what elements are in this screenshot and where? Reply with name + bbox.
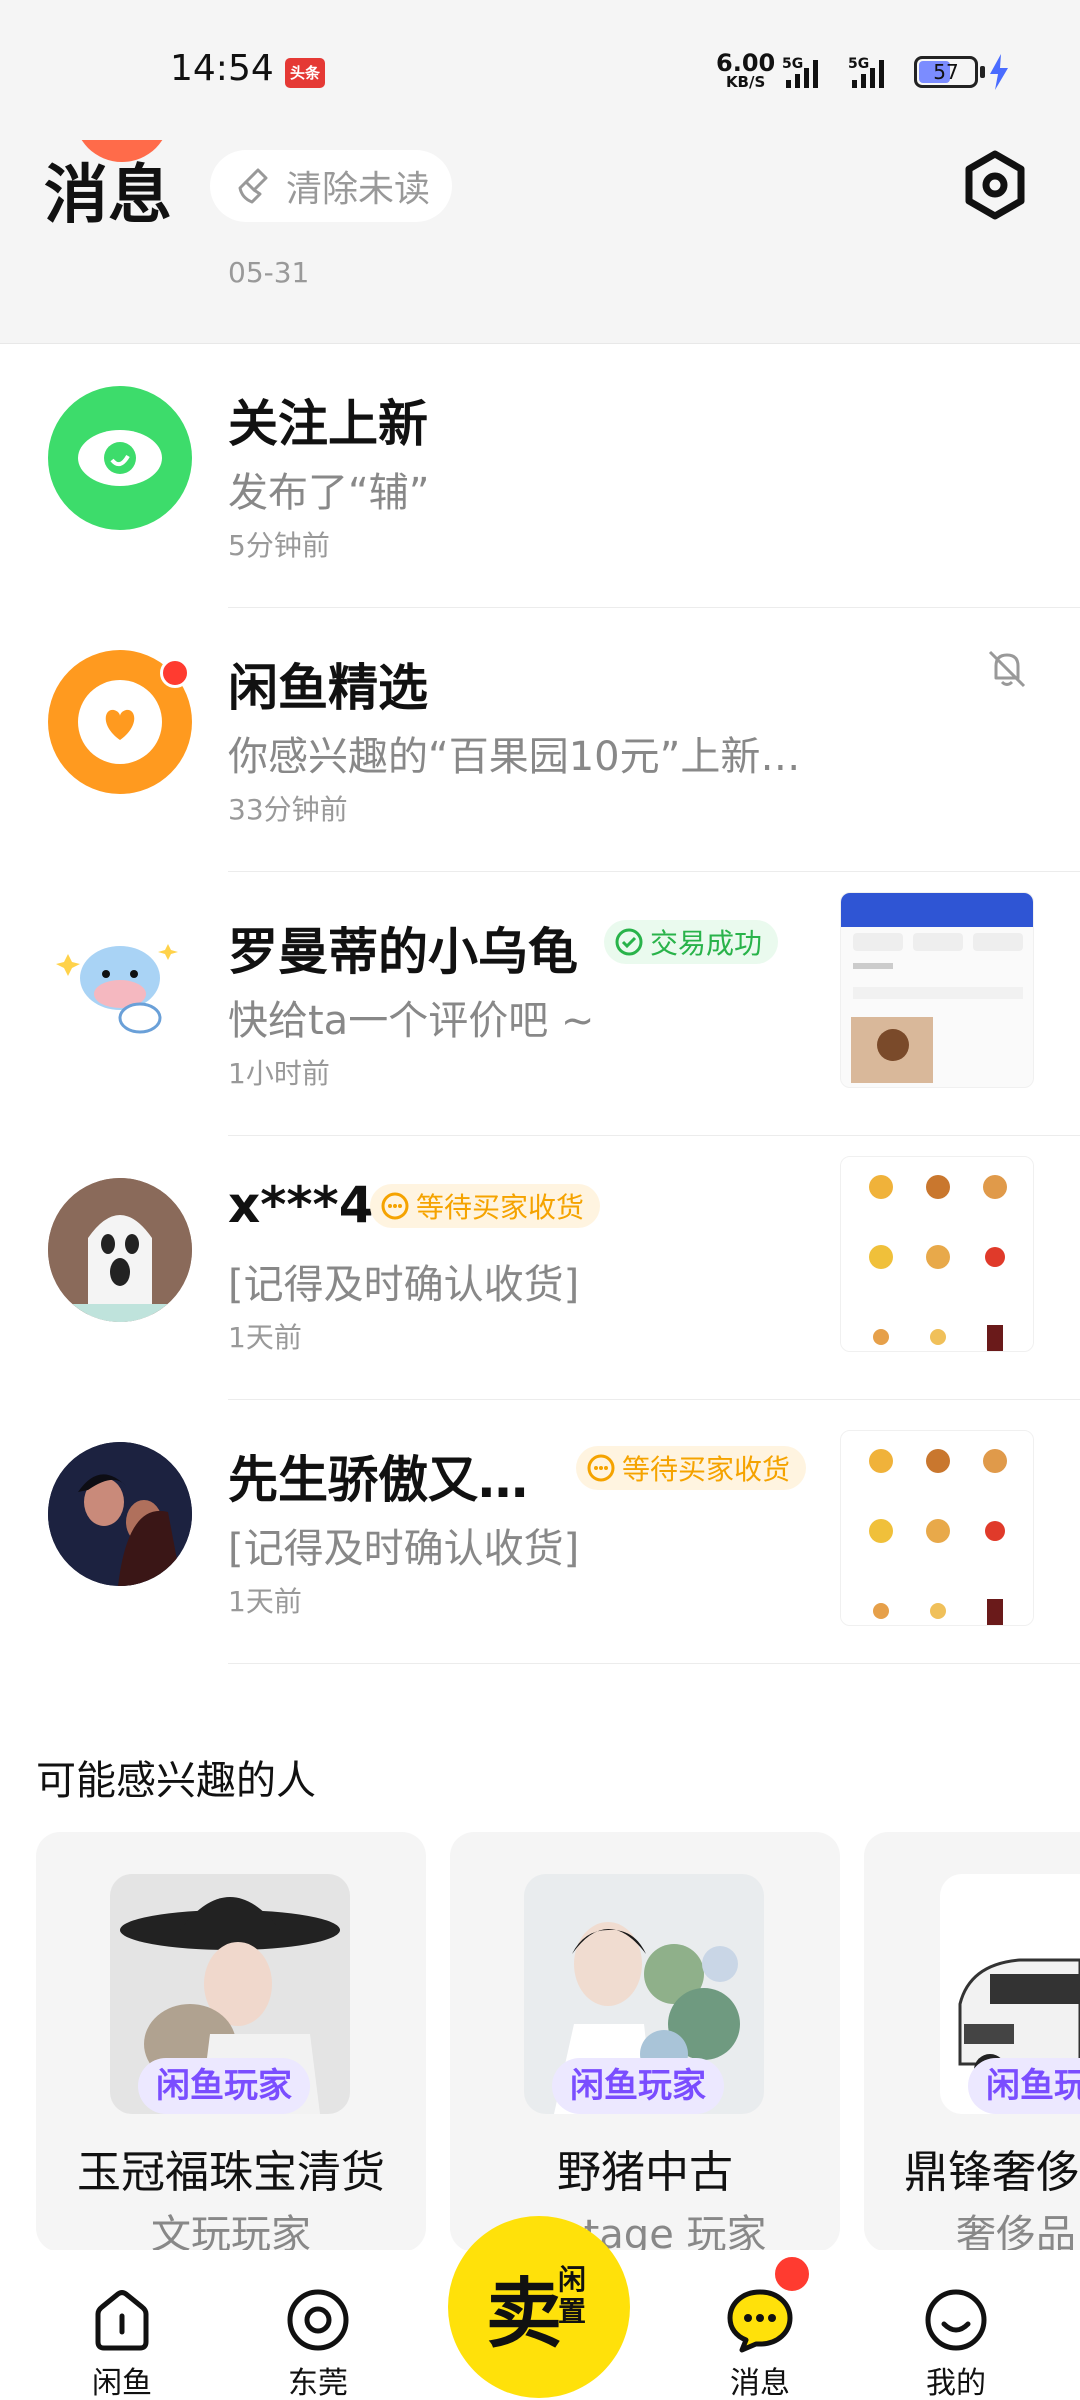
order-thumbnail[interactable] xyxy=(840,1430,1034,1626)
player-badge: 闲鱼玩家 xyxy=(552,2058,724,2114)
suggested-user-card[interactable]: 闲鱼玩家 玉冠福珠宝清货 文玩玩家 xyxy=(36,1832,426,2252)
more-circle-icon xyxy=(381,1192,409,1220)
mute-bell-icon[interactable] xyxy=(984,646,1030,692)
bottom-nav: 闲鱼 东莞 卖 闲置 消息 我的 xyxy=(0,2216,1080,2400)
trade-success-badge: 交易成功 xyxy=(604,920,779,964)
message-preview: 你感兴趣的“百果园10元”上新… xyxy=(228,734,801,780)
clear-unread-button[interactable]: 清除未读 xyxy=(210,150,452,222)
broom-icon xyxy=(238,168,268,204)
nav-home[interactable]: 闲鱼 xyxy=(62,2284,182,2400)
card-name: 玉冠福珠宝清货 xyxy=(77,2147,385,2198)
message-name: 闲鱼精选 xyxy=(228,659,428,717)
message-item[interactable]: 关注上新 发布了“辅” 5分钟前 xyxy=(0,344,1080,608)
message-time: 1小时前 xyxy=(228,1057,330,1090)
cartoon-dolphin-icon xyxy=(56,944,178,1034)
ghost-avatar-image xyxy=(48,1178,192,1322)
chat-bubble-icon xyxy=(727,2289,793,2353)
battery-icon: 57 xyxy=(914,56,978,88)
user-avatar xyxy=(48,1178,192,1322)
eye-icon xyxy=(78,430,162,486)
message-preview: [记得及时确认收货] xyxy=(228,1526,580,1572)
suggested-user-card[interactable]: 闲鱼玩 鼎锋奢侈 奢侈品 xyxy=(864,1832,1080,2252)
user-avatar xyxy=(48,1442,192,1586)
player-badge: 闲鱼玩 xyxy=(968,2058,1080,2114)
message-time: 33分钟前 xyxy=(228,793,348,826)
order-thumbnail[interactable] xyxy=(840,1156,1034,1352)
page-header: 05-31 消息 清除未读 xyxy=(0,140,1080,344)
sell-sub-label: 闲置 xyxy=(558,2263,587,2328)
nav-label: 消息 xyxy=(730,2366,790,2400)
card-name: 鼎锋奢侈 xyxy=(904,2147,1080,2198)
message-time: 5分钟前 xyxy=(228,529,330,562)
svg-text:5G: 5G xyxy=(848,56,869,72)
page-title: 消息 xyxy=(44,159,172,233)
suggested-user-card[interactable]: 闲鱼玩家 野猪中古 vintage 玩家 xyxy=(450,1832,840,2252)
nav-label: 闲鱼 xyxy=(92,2366,152,2400)
more-circle-icon xyxy=(587,1454,615,1482)
status-time: 14:54 xyxy=(170,48,274,89)
card-subtitle: 奢侈品 xyxy=(956,2212,1076,2252)
awaiting-receipt-badge: 等待买家收货 xyxy=(370,1184,601,1228)
signal-5g-icon: 5G xyxy=(782,56,818,88)
status-bar: 14:54 头条 6.00 KB/S 5G 5G 57 xyxy=(0,0,1080,140)
nav-profile[interactable]: 我的 xyxy=(896,2284,1016,2400)
message-name: 先生骄傲又… xyxy=(228,1451,528,1509)
clear-unread-label: 清除未读 xyxy=(286,169,431,210)
signal-5g-icon: 5G xyxy=(848,56,884,88)
card-name: 野猪中古 xyxy=(557,2147,733,2198)
news-app-icon: 头条 xyxy=(285,58,325,88)
svg-text:5G: 5G xyxy=(782,56,803,72)
message-item[interactable]: 先生骄傲又… 等待买家收货 [记得及时确认收货] 1天前 xyxy=(0,1400,1080,1664)
check-circle-icon xyxy=(615,928,643,956)
message-time: 1天前 xyxy=(228,1321,302,1354)
message-preview: [记得及时确认收货] xyxy=(228,1262,580,1308)
sell-label: 卖 xyxy=(486,2269,562,2358)
unread-dot xyxy=(160,658,190,688)
couple-photo-avatar xyxy=(48,1442,192,1586)
sell-button[interactable]: 卖 闲置 xyxy=(448,2216,630,2398)
unread-dot xyxy=(772,2254,812,2294)
nav-label: 我的 xyxy=(926,2366,986,2400)
message-item[interactable]: x***4 等待买家收货 [记得及时确认收货] 1天前 xyxy=(0,1136,1080,1400)
order-screenshot-thumbnail xyxy=(841,893,1033,1083)
message-preview: 快给ta一个评价吧 ~ xyxy=(228,998,595,1044)
home-icon xyxy=(95,2290,149,2351)
awaiting-receipt-badge: 等待买家收货 xyxy=(576,1446,807,1490)
message-name: 关注上新 xyxy=(228,395,428,453)
settings-icon[interactable] xyxy=(960,146,1030,226)
nav-label: 东莞 xyxy=(288,2366,348,2400)
card-subtitle: 文玩玩家 xyxy=(151,2212,311,2252)
player-badge: 闲鱼玩家 xyxy=(138,2058,310,2114)
location-target-icon xyxy=(287,2289,349,2351)
user-avatar xyxy=(48,914,192,1058)
network-speed: 6.00 KB/S xyxy=(716,49,776,91)
message-item[interactable]: 闲鱼精选 你感兴趣的“百果园10元”上新… 33分钟前 xyxy=(0,608,1080,872)
message-name: 罗曼蒂的小乌龟 xyxy=(228,923,578,981)
nav-local[interactable]: 东莞 xyxy=(258,2284,378,2400)
follow-update-avatar xyxy=(48,386,192,530)
nav-messages[interactable]: 消息 xyxy=(700,2284,820,2400)
smile-face-icon xyxy=(925,2289,987,2351)
divider xyxy=(228,1663,1080,1664)
battery-level: 57 xyxy=(933,60,959,84)
battery-cap xyxy=(980,66,985,78)
section-title: 可能感兴趣的人 xyxy=(36,1758,316,1804)
charging-bolt-icon xyxy=(990,54,1008,90)
message-item[interactable]: 罗曼蒂的小乌龟 交易成功 快给ta一个评价吧 ~ 1小时前 xyxy=(0,872,1080,1136)
order-thumbnail[interactable] xyxy=(840,892,1034,1088)
food-menu-thumbnail xyxy=(841,1431,1033,1625)
message-time: 1天前 xyxy=(228,1585,302,1618)
message-preview: 发布了“辅” xyxy=(228,470,430,516)
message-name: x***4 xyxy=(228,1176,374,1234)
food-menu-thumbnail xyxy=(841,1157,1033,1351)
previous-item-date: 05-31 xyxy=(228,256,310,289)
